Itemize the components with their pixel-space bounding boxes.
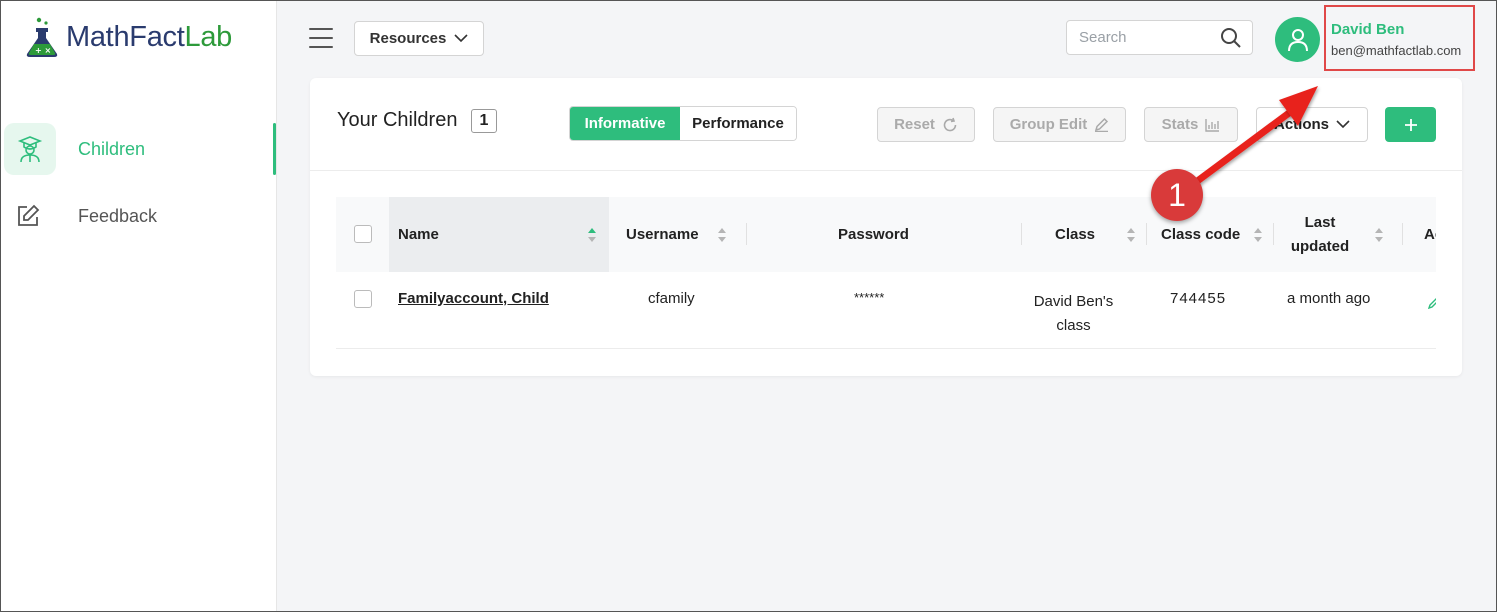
step-number-badge: 1 [1151,169,1203,221]
resources-dropdown[interactable]: Resources [354,21,484,56]
user-email: ben@mathfactlab.com [1331,43,1462,58]
view-toggle: Informative Performance [569,106,797,141]
class-code-cell: 744455 [1170,290,1227,307]
tab-performance[interactable]: Performance [680,107,796,140]
actions-dropdown[interactable]: Actions [1256,107,1368,142]
last-updated-cell: a month ago [1287,290,1371,307]
user-avatar[interactable] [1275,17,1320,62]
column-header-password: Password [838,197,958,272]
column-header-label: Password [838,226,909,243]
column-divider [1402,223,1403,245]
table-header: Name Username Password Class Class code … [336,197,1436,272]
column-header-label: Class [1055,226,1096,243]
chevron-down-icon [1336,120,1350,129]
stats-label: Stats [1161,116,1199,133]
resources-label: Resources [369,30,447,47]
sort-ascending-icon [588,227,596,242]
column-header-username[interactable]: Username [626,197,736,272]
select-all-checkbox[interactable] [354,225,372,243]
child-name-link[interactable]: Familyaccount, Child [398,290,549,307]
column-divider [746,223,747,245]
column-divider [1146,223,1147,245]
stats-button[interactable]: Stats [1144,107,1238,142]
user-info[interactable]: David Ben ben@mathfactlab.com [1324,5,1475,71]
class-cell-line: class [1056,317,1091,334]
sort-icon [1127,227,1135,242]
column-header-label-line: Last [1304,213,1336,231]
sidebar-item-label: Children [78,138,146,159]
user-name: David Ben [1331,21,1405,38]
column-header-last-updated[interactable]: Last updated [1286,197,1396,272]
children-card: Your Children 1 Informative Performance … [310,78,1462,376]
logo-text: MathFactLab [66,21,232,54]
group-edit-label: Group Edit [1009,116,1088,133]
refresh-icon [943,117,957,131]
column-divider [1021,223,1022,245]
tab-informative[interactable]: Informative [570,107,680,140]
group-edit-button[interactable]: Group Edit [993,107,1126,142]
app-logo[interactable]: + × MathFactLab [24,16,232,58]
page-title: Your Children [337,109,458,131]
column-header-label-line: updated [1290,237,1350,255]
search-input[interactable] [1067,21,1207,54]
card-header: Your Children 1 Informative Performance … [310,78,1462,171]
flask-logo-icon: + × [26,17,58,57]
menu-toggle-icon[interactable] [309,28,333,50]
search-box [1066,20,1253,55]
pencil-icon [1095,117,1109,132]
username-cell: cfamily [648,290,695,307]
sort-icon [1375,227,1383,242]
sort-icon [1254,227,1262,242]
plus-icon [1404,118,1417,131]
logo-text-part: Fact [129,20,185,53]
search-icon[interactable] [1220,27,1242,49]
column-header-name[interactable]: Name [389,197,609,272]
column-header-label: Ac [1424,226,1436,243]
row-checkbox[interactable] [354,290,372,308]
table-row: Familyaccount, Child cfamily ****** Davi… [336,273,1436,349]
sidebar-item-label: Feedback [78,205,158,226]
column-divider [1273,223,1274,245]
column-header-class[interactable]: Class [1055,197,1139,272]
column-header-label: Username [626,226,699,243]
password-cell: ****** [854,290,885,305]
student-icon [4,123,56,175]
logo-text-part: Math [66,20,130,53]
column-header-label: Last updated [1286,211,1354,259]
children-count-badge: 1 [471,109,497,133]
actions-label: Actions [1273,116,1329,133]
logo-text-part: Lab [184,20,232,53]
bar-chart-icon [1205,118,1220,132]
sidebar-item-children[interactable]: Children [0,123,276,175]
sidebar: + × MathFactLab Children Feedback [0,0,277,612]
svg-text:+ ×: + × [35,46,51,55]
chevron-down-icon [454,34,468,43]
sidebar-item-feedback[interactable]: Feedback [0,190,276,242]
column-header-actions: Ac [1424,197,1436,272]
sort-icon [718,227,726,242]
add-child-button[interactable] [1385,107,1436,142]
reset-button[interactable]: Reset [877,107,975,142]
column-header-label: Name [398,226,439,243]
class-cell: David Ben's class [1026,290,1121,338]
edit-square-icon [14,202,42,230]
user-icon [1287,28,1308,51]
edit-icon[interactable] [1428,297,1436,309]
class-cell-line: David Ben's [1033,293,1114,310]
reset-label: Reset [894,116,935,133]
column-header-label: Class code [1161,226,1241,243]
active-indicator [273,123,276,175]
